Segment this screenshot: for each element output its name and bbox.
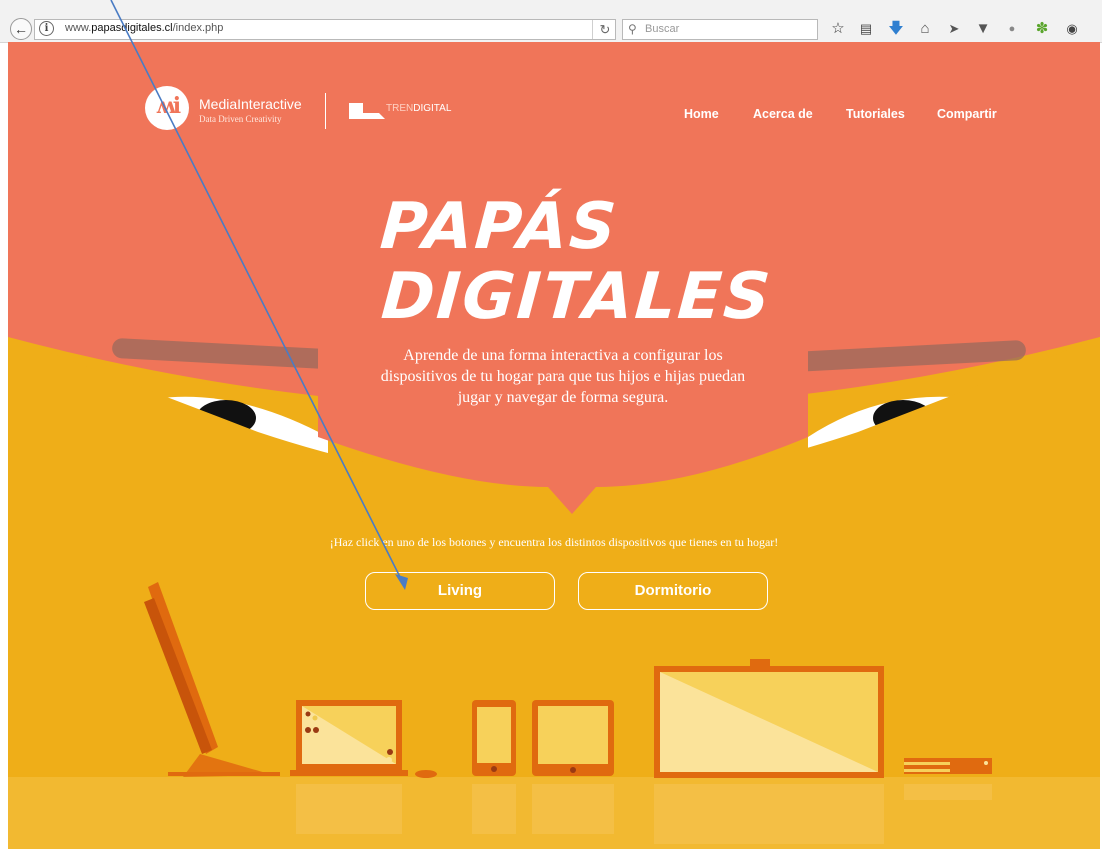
- annotation-arrow: [110, 0, 408, 590]
